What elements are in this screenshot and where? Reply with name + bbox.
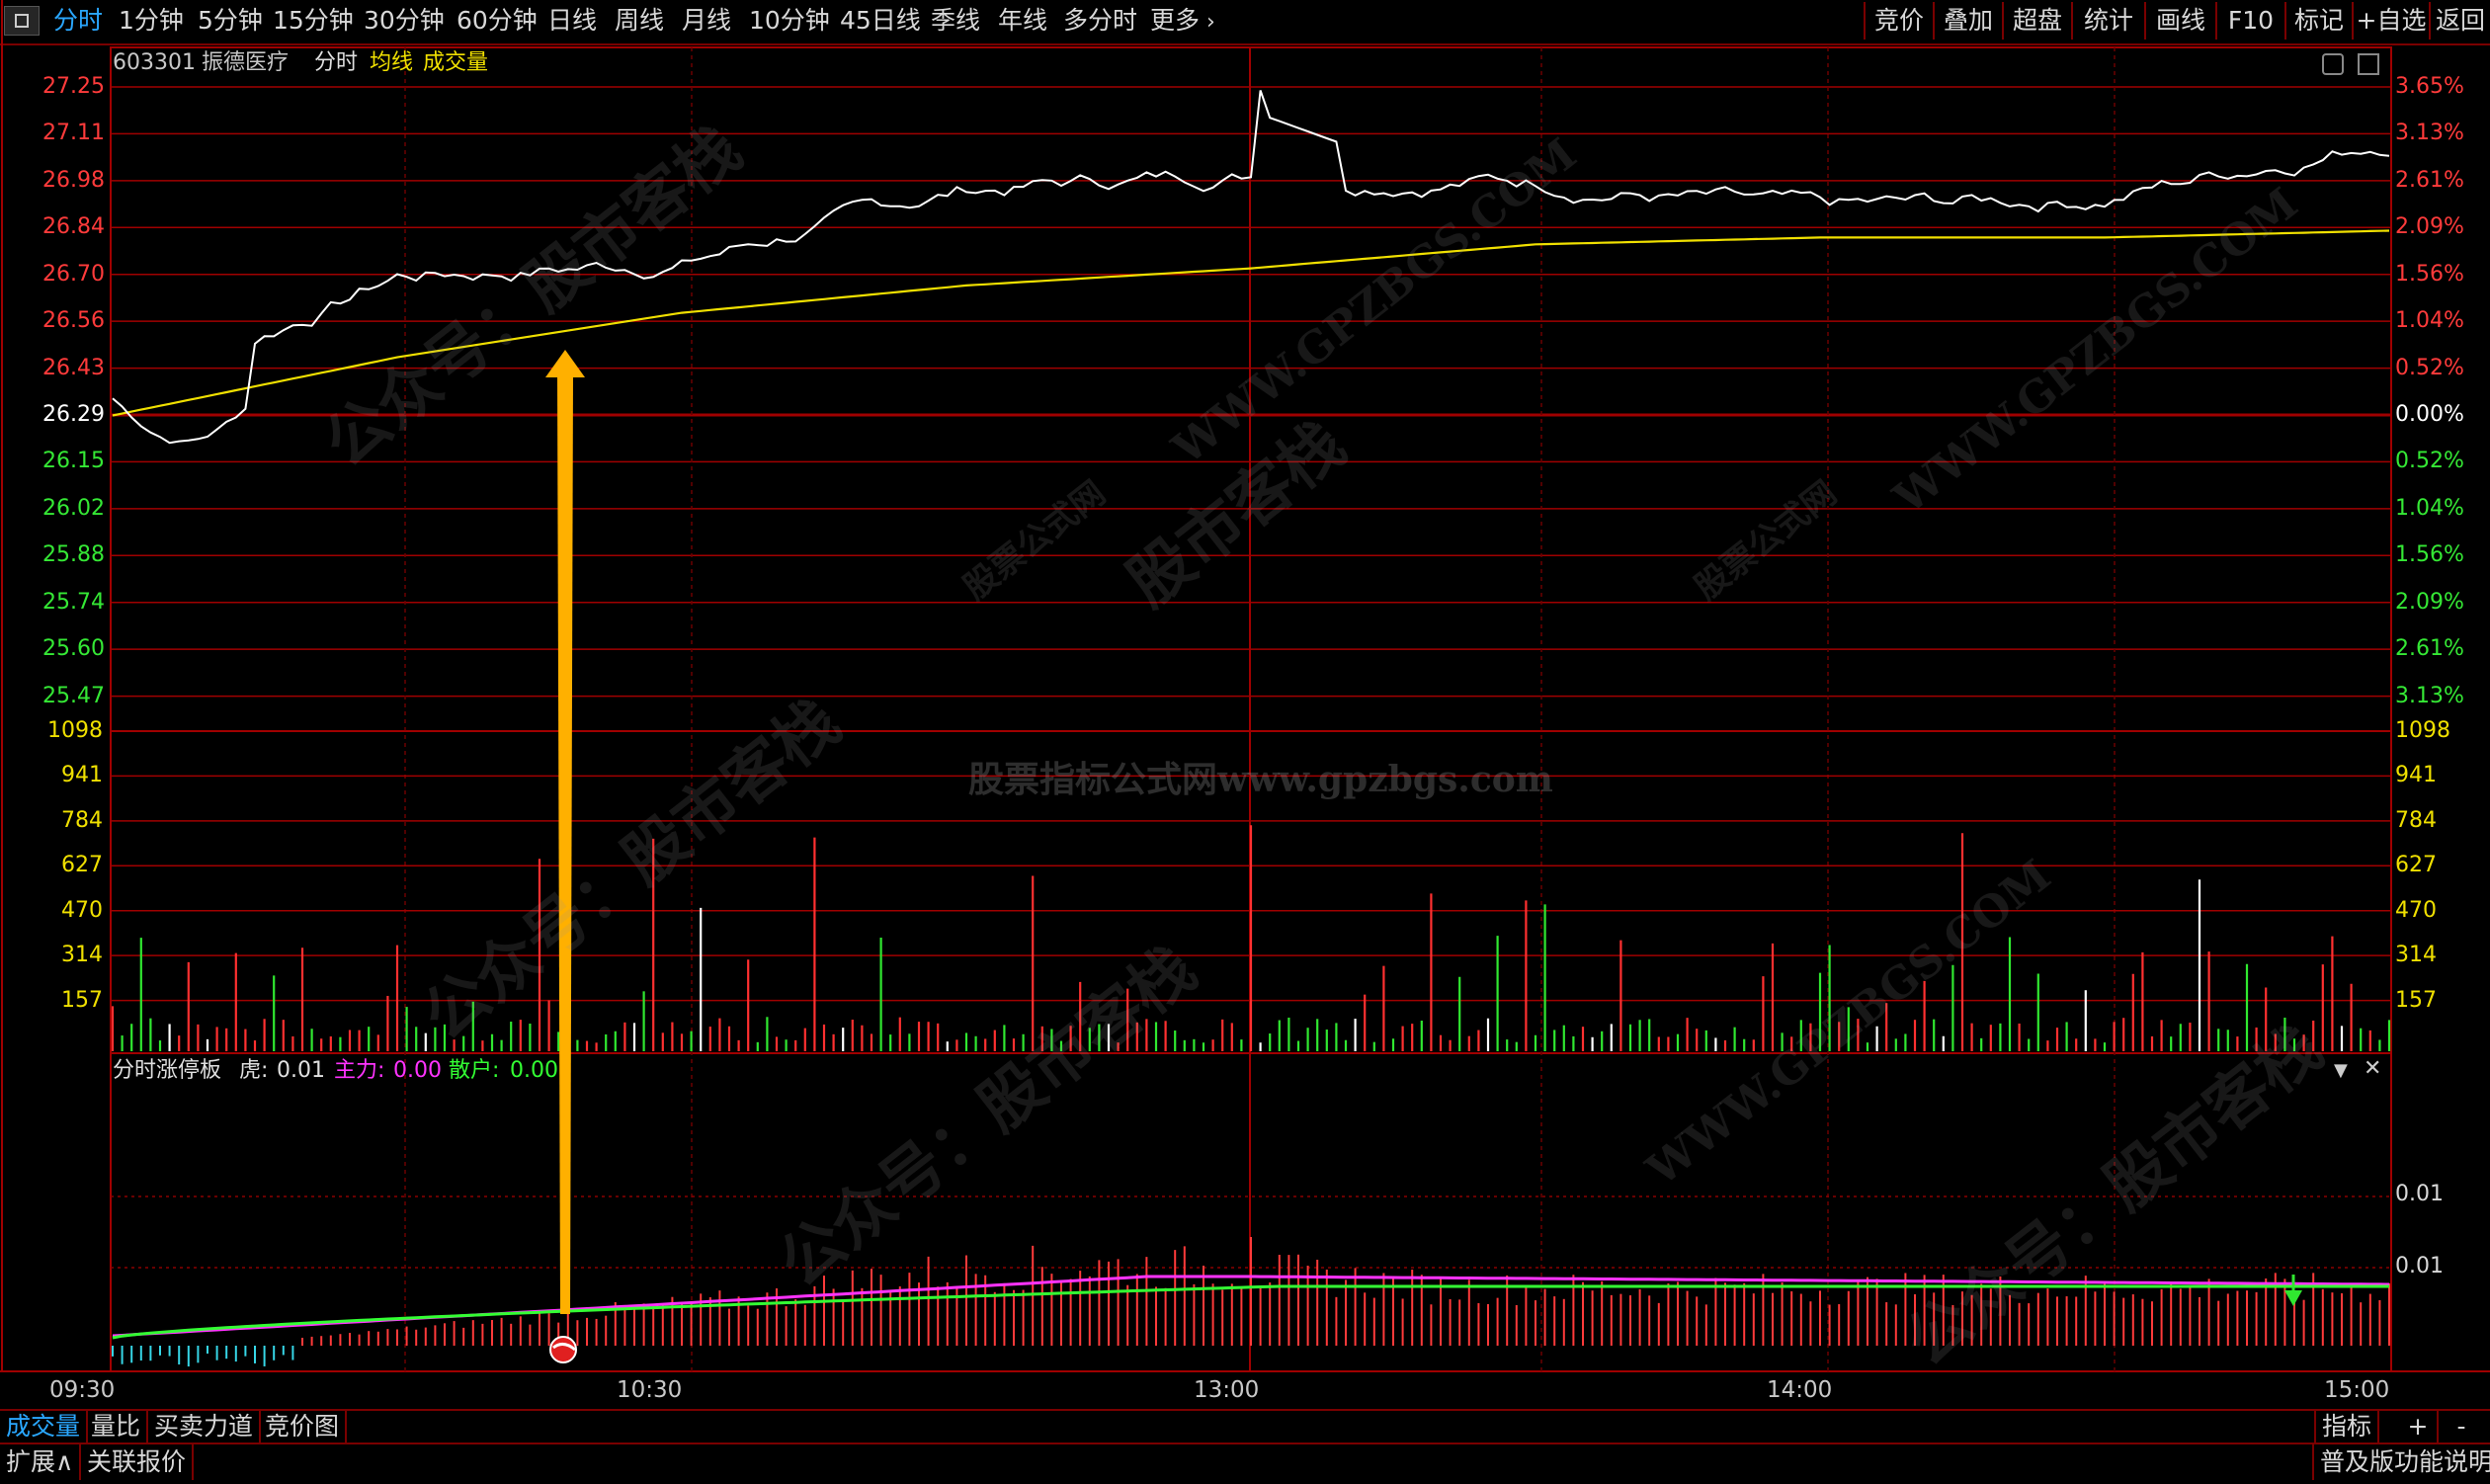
price-axis-label: 27.25 [42,74,105,99]
price-axis-label: 25.47 [42,683,105,708]
indicator-button[interactable]: 指标 [2314,1411,2380,1443]
hu-value: 0.01 [277,1058,325,1083]
price-axis-label: 25.88 [42,542,105,568]
volume-axis-label: 470 [61,897,103,923]
annotation-arrow-shaft [557,371,573,1314]
price-axis-label: 26.70 [42,261,105,287]
pct-axis-label: 1.04% [2395,495,2464,521]
maximize-window-icon[interactable] [2358,53,2379,75]
tab-volume-ratio[interactable]: 量比 [85,1411,149,1443]
price-axis-label: 26.98 [42,167,105,193]
volume-label: 成交量 [423,50,489,75]
price-axis-label: 26.15 [42,449,105,474]
volume-axis-label: 314 [61,943,103,968]
time-label: 09:30 [49,1377,116,1403]
pct-axis-label: 3.13% [2395,121,2464,146]
time-label: 15:00 [2324,1377,2390,1403]
pct-axis-label: 2.09% [2395,589,2464,615]
pct-axis-label: 2.61% [2395,636,2464,662]
volume-axis-label: 1098 [47,718,103,743]
indicator-axis-label: 0.01 [2395,1254,2444,1278]
volume-axis-label: 941 [61,763,103,788]
volume-axis-label: 1098 [2395,718,2450,743]
tab-buy-sell-force[interactable]: 买卖力道 [148,1411,262,1443]
pct-axis-label: 3.65% [2395,74,2464,99]
volume-axis-label: 784 [61,807,103,833]
divider [0,1443,2490,1444]
price-axis-label: 26.02 [42,495,105,521]
volume-axis-label: 157 [61,987,103,1013]
tab-volume[interactable]: 成交量 [0,1411,89,1443]
price-axis-label: 25.60 [42,636,105,662]
mode-label: 分时 [314,50,359,75]
indicator-axis-label: 0.01 [2395,1182,2444,1206]
indicator-title[interactable]: 分时涨停板 [113,1059,221,1083]
restore-window-icon[interactable] [2322,53,2344,75]
divider [0,1409,2490,1411]
zhuli-value: 0.00 [393,1058,442,1083]
volume-axis-label: 314 [2395,943,2437,968]
stock-code: 603301 [113,50,196,75]
down-marker-icon [2284,1290,2302,1306]
volume-axis-label: 784 [2395,807,2437,833]
stock-name: 振德医疗 [202,50,290,75]
price-axis-label: 26.84 [42,214,105,240]
indicator-dropdown-icon[interactable]: ▼ [2334,1059,2348,1083]
pct-axis-label: 1.04% [2395,308,2464,334]
avg-line-label: 均线 [370,50,414,75]
help-link[interactable]: 普及版功能说明 [2312,1444,2490,1480]
time-label: 10:30 [617,1377,683,1403]
sanhu-label: 散户: [449,1058,500,1083]
zoom-in-button[interactable]: + [2399,1411,2439,1443]
sanhu-value: 0.00 [510,1058,558,1083]
price-axis-label: 27.11 [42,121,105,146]
price-axis-label: 26.56 [42,308,105,334]
time-label: 13:00 [1194,1377,1260,1403]
pct-axis-label: 1.56% [2395,542,2464,568]
price-axis-label: 25.74 [42,589,105,615]
zoom-out-button[interactable]: - [2443,1411,2480,1443]
pct-axis-label: 0.00% [2395,402,2464,427]
pct-axis-label: 0.52% [2395,355,2464,380]
volume-axis-label: 627 [2395,853,2437,878]
pct-axis-label: 2.61% [2395,167,2464,193]
zhuli-label: 主力: [334,1058,385,1083]
volume-axis-label: 470 [2395,897,2437,923]
close-indicator-icon[interactable]: ✕ [2364,1057,2381,1081]
intraday-chart [0,0,2490,1372]
pct-axis-label: 1.56% [2395,261,2464,287]
price-axis-label: 26.29 [42,402,105,427]
volume-axis-label: 157 [2395,987,2437,1013]
expand-button[interactable]: 扩展∧ [0,1444,82,1480]
tab-auction-chart[interactable]: 竞价图 [259,1411,348,1443]
pct-axis-label: 2.09% [2395,214,2464,240]
hu-label: 虎: [239,1058,269,1083]
time-label: 14:00 [1767,1377,1833,1403]
volume-axis-label: 627 [61,853,103,878]
volume-axis-label: 941 [2395,763,2437,788]
pct-axis-label: 3.13% [2395,683,2464,708]
annotation-arrow-head [545,350,585,377]
pct-axis-label: 0.52% [2395,449,2464,474]
price-axis-label: 26.43 [42,355,105,380]
related-quotes-button[interactable]: 关联报价 [81,1444,195,1480]
signal-ball-icon [549,1336,577,1363]
